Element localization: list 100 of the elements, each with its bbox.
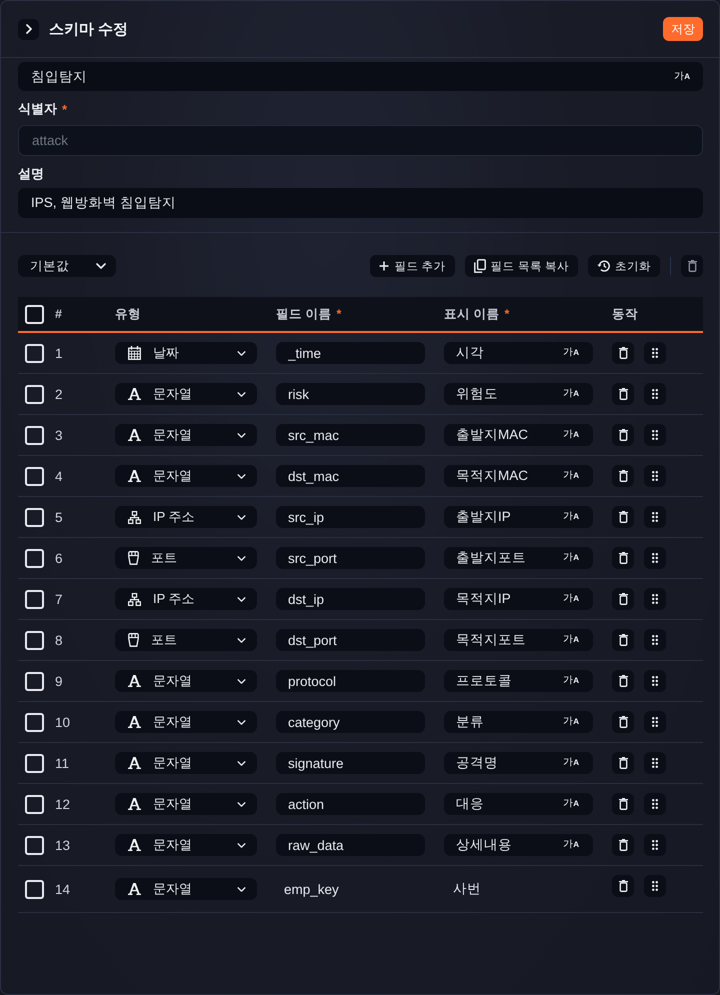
row-checkbox[interactable] <box>25 426 44 444</box>
type-select[interactable]: 포트 <box>115 547 257 569</box>
reset-button[interactable]: 초기화 <box>588 255 660 277</box>
drag-handle[interactable] <box>644 465 666 487</box>
drag-handle[interactable] <box>644 629 666 651</box>
chevron-down-icon <box>237 842 246 848</box>
type-select[interactable]: 문자열 <box>115 383 257 405</box>
delete-button[interactable] <box>612 547 634 569</box>
row-checkbox[interactable] <box>25 630 44 650</box>
preset-select[interactable]: 기본값 <box>18 255 116 277</box>
trash-icon <box>618 552 628 564</box>
type-select[interactable]: 문자열 <box>115 670 257 692</box>
row-checkbox[interactable] <box>25 754 44 772</box>
delete-button[interactable] <box>612 383 634 405</box>
drag-handle[interactable] <box>644 670 666 692</box>
delete-button[interactable] <box>681 255 703 277</box>
row-number: 12 <box>55 796 72 812</box>
row-checkbox[interactable] <box>25 508 44 526</box>
delete-button[interactable] <box>612 506 634 528</box>
type-select[interactable]: 날짜 <box>115 342 257 364</box>
row-checkbox[interactable] <box>25 548 44 568</box>
delete-button[interactable] <box>612 875 634 897</box>
delete-button[interactable] <box>612 834 634 856</box>
history-icon <box>597 260 610 272</box>
type-select[interactable]: IP 주소 <box>115 506 257 528</box>
delete-button[interactable] <box>612 588 634 610</box>
field-name-input[interactable]: risk <box>276 383 425 405</box>
trash-icon <box>688 260 696 272</box>
type-select[interactable]: 문자열 <box>115 424 257 446</box>
drag-handle[interactable] <box>644 588 666 610</box>
row-checkbox[interactable] <box>25 466 44 486</box>
delete-button[interactable] <box>612 711 634 733</box>
field-name-input[interactable]: raw_data <box>276 834 425 856</box>
type-select[interactable]: 문자열 <box>115 834 257 856</box>
field-name-input[interactable]: category <box>276 711 425 733</box>
type-select[interactable]: IP 주소 <box>115 588 257 610</box>
drag-handle[interactable] <box>644 752 666 774</box>
row-checkbox[interactable] <box>25 836 44 854</box>
row-checkbox[interactable] <box>25 384 44 404</box>
delete-button[interactable] <box>612 793 634 815</box>
calendar-icon <box>128 346 141 360</box>
drag-handle[interactable] <box>644 547 666 569</box>
type-select[interactable]: 문자열 <box>115 465 257 487</box>
trash-icon <box>618 388 628 400</box>
row-checkbox[interactable] <box>25 590 44 608</box>
field-label: 식별자 <box>18 100 57 118</box>
identifier-field[interactable]: attack <box>18 125 703 156</box>
delete-button[interactable] <box>612 424 634 446</box>
delete-button[interactable] <box>612 629 634 651</box>
type-select[interactable]: 문자열 <box>115 752 257 774</box>
drag-handle[interactable] <box>644 342 666 364</box>
field-name-input[interactable]: protocol <box>276 670 425 692</box>
field-name-input[interactable]: dst_ip <box>276 588 425 610</box>
grip-icon <box>652 676 658 686</box>
type-select[interactable]: 포트 <box>115 629 257 651</box>
drag-handle[interactable] <box>644 506 666 528</box>
copy-list-button[interactable]: 필드 목록 복사 <box>464 255 578 277</box>
delete-button[interactable] <box>612 670 634 692</box>
font-icon <box>128 883 141 895</box>
font-icon <box>128 675 141 687</box>
field-name-input[interactable]: dst_port <box>276 629 425 651</box>
type-select[interactable]: 문자열 <box>115 793 257 815</box>
chevron-down-icon <box>237 638 246 642</box>
delete-button[interactable] <box>612 342 634 364</box>
select-all-checkbox[interactable] <box>25 304 44 324</box>
delete-button[interactable] <box>612 752 634 774</box>
field-name-input[interactable]: _time <box>276 342 425 364</box>
description-field[interactable]: IPS, 웹방화벽 침입탐지 <box>18 188 703 218</box>
row-checkbox[interactable] <box>25 672 44 690</box>
row-checkbox[interactable] <box>25 880 44 898</box>
font-icon <box>128 470 141 482</box>
row-checkbox[interactable] <box>25 794 44 814</box>
drag-handle[interactable] <box>644 875 666 897</box>
field-name-input[interactable]: src_port <box>276 547 425 569</box>
field-name-input[interactable]: action <box>276 793 425 815</box>
drag-handle[interactable] <box>644 424 666 446</box>
drag-handle[interactable] <box>644 383 666 405</box>
chevron-down-icon <box>237 392 246 396</box>
expand-button[interactable] <box>18 18 39 40</box>
field-name-input[interactable]: signature <box>276 752 425 774</box>
add-field-button[interactable]: 필드 추가 <box>370 255 455 277</box>
field-name-input[interactable]: src_mac <box>276 424 425 446</box>
field-name-input[interactable]: src_ip <box>276 506 425 528</box>
trash-icon <box>618 347 628 359</box>
drag-handle[interactable] <box>644 793 666 815</box>
drag-handle[interactable] <box>644 711 666 733</box>
delete-button[interactable] <box>612 465 634 487</box>
type-select[interactable]: 문자열 <box>115 711 257 733</box>
drag-handle[interactable] <box>644 834 666 856</box>
row-number: 5 <box>55 510 64 524</box>
row-number: 9 <box>55 674 64 688</box>
chevron-down-icon <box>237 556 246 560</box>
row-checkbox[interactable] <box>25 344 44 362</box>
row-number: 6 <box>55 550 64 566</box>
row-number: 7 <box>55 592 64 606</box>
row-checkbox[interactable] <box>25 712 44 732</box>
type-select[interactable]: 문자열 <box>115 878 257 900</box>
trash-icon <box>618 593 628 605</box>
required-mark: * <box>336 307 342 321</box>
field-name-input[interactable]: dst_mac <box>276 465 425 487</box>
